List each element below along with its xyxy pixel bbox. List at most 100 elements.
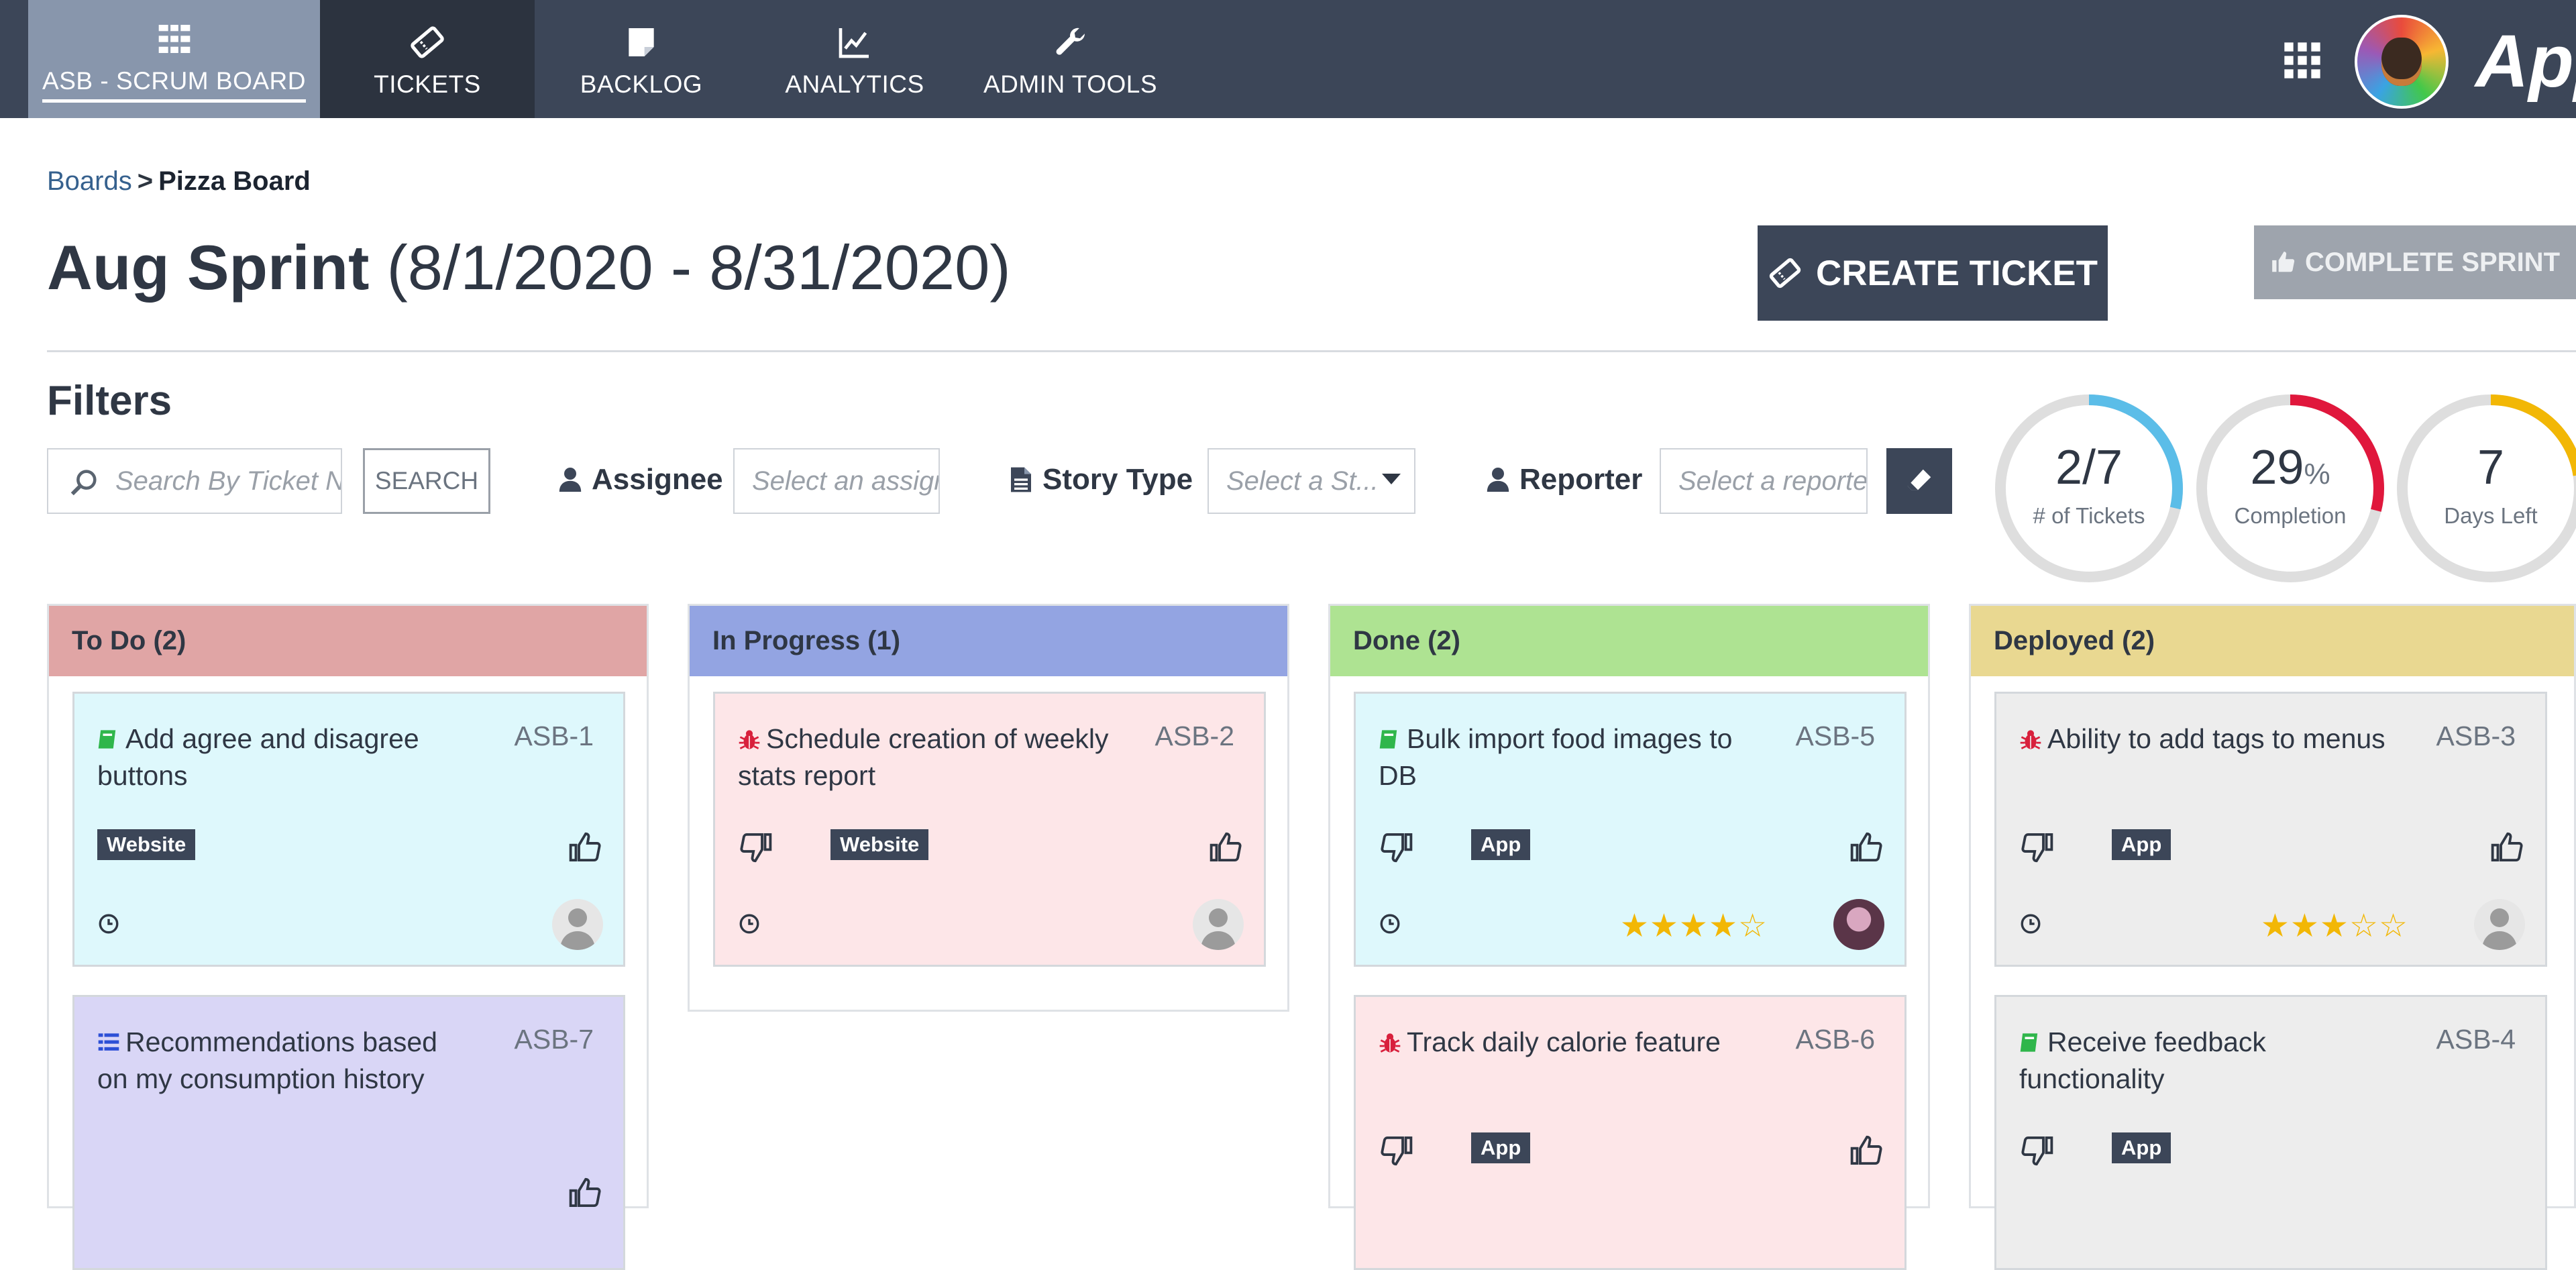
bug-icon <box>1379 1033 1401 1053</box>
assignee-avatar[interactable] <box>552 899 603 950</box>
thumbs-up-icon[interactable] <box>567 1175 603 1211</box>
ticket-title-text: Add agree and disagree buttons <box>97 723 419 791</box>
user-avatar[interactable] <box>2355 15 2449 109</box>
sprint-dates: (8/1/2020 - 8/31/2020) <box>386 232 1011 303</box>
ticket-id: ASB-4 <box>2436 1024 2516 1055</box>
days-left-label: Days Left <box>2444 503 2538 528</box>
ticket-id: ASB-3 <box>2436 721 2516 751</box>
days-left-value: 7 <box>2477 441 2505 494</box>
story-icon <box>98 730 116 749</box>
ticket-title[interactable]: Ability to add tags to menus <box>2019 721 2395 757</box>
ticket-icon <box>411 26 444 58</box>
thumbs-down-icon[interactable] <box>738 829 774 865</box>
assignee-avatar[interactable] <box>1833 899 1884 950</box>
platform-tag: Website <box>97 829 196 860</box>
clear-filters-button[interactable] <box>1886 448 1952 514</box>
reporter-select[interactable]: Select a reporter <box>1660 448 1868 514</box>
ticket-title[interactable]: Add agree and disagree buttons <box>97 721 473 794</box>
header-divider <box>47 350 2576 352</box>
create-ticket-button[interactable]: CREATE TICKET <box>1758 225 2108 321</box>
breadcrumb: Boards > Pizza Board <box>47 166 311 197</box>
ticket-title[interactable]: Schedule creation of weekly stats report <box>738 721 1114 794</box>
chevron-down-icon <box>1382 474 1401 484</box>
platform-tag: App <box>1471 1132 1531 1163</box>
story-type-select[interactable]: Select a St... <box>1208 448 1415 514</box>
clock-icon <box>1380 914 1400 934</box>
story-type-label-text: Story Type <box>1042 463 1193 496</box>
ticket-title[interactable]: Recommendations based on my consumption … <box>97 1024 473 1098</box>
assignee-filter-label: Assignee <box>558 463 723 496</box>
platform-tag: App <box>2112 829 2171 860</box>
ticket-title[interactable]: Bulk import food images to DB <box>1379 721 1754 794</box>
bug-icon <box>2020 730 2041 749</box>
ticket-title-text: Ability to add tags to menus <box>2047 723 2385 754</box>
platform-tag: Website <box>830 829 929 860</box>
search-input[interactable]: Search By Ticket N <box>47 448 342 514</box>
page-title: Aug Sprint (8/1/2020 - 8/31/2020) <box>47 231 1011 304</box>
ticket-id: ASB-5 <box>1795 721 1876 751</box>
thumbs-down-icon[interactable] <box>2019 829 2055 865</box>
ticket-card[interactable]: Ability to add tags to menus ASB-3 App ★… <box>1994 692 2547 967</box>
assignee-label-text: Assignee <box>592 463 723 496</box>
assignee-avatar[interactable] <box>2474 899 2525 950</box>
complete-sprint-label: COMPLETE SPRINT <box>2304 247 2561 277</box>
thumbs-up-icon[interactable] <box>2489 829 2525 865</box>
breadcrumb-current: Pizza Board <box>158 166 311 196</box>
ticket-title-text: Receive feedback functionality <box>2019 1026 2266 1094</box>
clock-icon <box>99 914 119 934</box>
nav-item-admin-tools[interactable]: ADMIN TOOLS <box>961 0 1179 118</box>
breadcrumb-link-boards[interactable]: Boards <box>47 166 132 196</box>
thumbs-up-icon[interactable] <box>1848 829 1884 865</box>
ticket-title-text: Recommendations based on my consumption … <box>97 1026 437 1094</box>
bug-icon <box>739 730 760 749</box>
ticket-title[interactable]: Track daily calorie feature <box>1379 1024 1754 1061</box>
clock-icon <box>2021 914 2041 934</box>
column-in-progress: In Progress (1) Schedule creation of wee… <box>688 604 1289 1012</box>
column-to-do: To Do (2) Add agree and disagree buttons… <box>47 604 649 1270</box>
ticket-card[interactable]: Schedule creation of weekly stats report… <box>713 692 1266 967</box>
board-icon <box>158 24 190 53</box>
platform-tag: App <box>2112 1132 2171 1163</box>
ticket-card[interactable]: Recommendations based on my consumption … <box>72 995 625 1270</box>
ticket-id: ASB-6 <box>1795 1024 1876 1055</box>
nav-item-label: BACKLOG <box>580 70 703 98</box>
tickets-value: 2/7 <box>2055 441 2123 494</box>
ticket-title[interactable]: Receive feedback functionality <box>2019 1024 2395 1098</box>
story-icon <box>1379 730 1397 749</box>
column-done: Done (2) Bulk import food images to DB A… <box>1328 604 1930 1270</box>
thumbs-down-icon[interactable] <box>1379 1132 1415 1169</box>
ticket-card[interactable]: Bulk import food images to DB ASB-5 App … <box>1354 692 1907 967</box>
search-button[interactable]: SEARCH <box>363 448 490 514</box>
nav-item-analytics[interactable]: ANALYTICS <box>748 0 961 118</box>
nav-item-tickets[interactable]: TICKETS <box>320 0 535 118</box>
ticket-title-text: Schedule creation of weekly stats report <box>738 723 1109 791</box>
ticket-card[interactable]: Add agree and disagree buttons ASB-1 Web… <box>72 692 625 967</box>
thumbs-down-icon[interactable] <box>2019 1132 2055 1169</box>
star-rating[interactable]: ★★★★☆ <box>1620 907 1768 945</box>
ticket-card[interactable]: Receive feedback functionality ASB-4 App <box>1994 995 2547 1270</box>
nav-item-scrum-board[interactable]: ASB - SCRUM BOARD <box>28 0 320 118</box>
note-icon <box>629 28 654 56</box>
ticket-id: ASB-2 <box>1155 721 1235 751</box>
thumbs-down-icon[interactable] <box>1379 829 1415 865</box>
eraser-icon <box>1907 469 1931 490</box>
nav-item-label: TICKETS <box>374 70 481 98</box>
user-icon <box>1487 468 1509 492</box>
assignee-select[interactable]: Select an assignee <box>733 448 940 514</box>
nav-item-backlog[interactable]: BACKLOG <box>535 0 748 118</box>
star-rating[interactable]: ★★★☆☆ <box>2261 907 2408 945</box>
ticket-card[interactable]: Track daily calorie feature ASB-6 App <box>1354 995 1907 1270</box>
filters-heading: Filters <box>47 378 172 424</box>
sprint-name: Aug Sprint <box>47 232 370 303</box>
breadcrumb-separator: > <box>137 166 154 196</box>
complete-sprint-button[interactable]: COMPLETE SPRINT <box>2254 225 2576 299</box>
story-type-placeholder: Select a St... <box>1226 466 1379 496</box>
apps-grid-icon[interactable] <box>2281 39 2324 82</box>
story-icon <box>2020 1033 2038 1052</box>
thumbs-up-icon[interactable] <box>567 829 603 865</box>
ticket-title-text: Track daily calorie feature <box>1407 1026 1721 1057</box>
user-icon <box>559 468 582 492</box>
assignee-avatar[interactable] <box>1193 899 1244 950</box>
thumbs-up-icon[interactable] <box>1848 1132 1884 1169</box>
thumbs-up-icon[interactable] <box>1208 829 1244 865</box>
